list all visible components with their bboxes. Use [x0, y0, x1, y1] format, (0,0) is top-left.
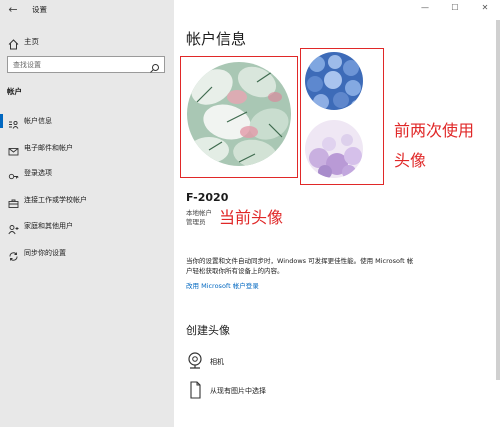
window-title: 设置 — [32, 5, 47, 14]
maximize-button[interactable]: ☐ — [448, 3, 462, 12]
mail-icon — [8, 142, 19, 161]
sidebar-item-email[interactable]: 电子邮件和帐户 — [0, 137, 174, 159]
scrollbar[interactable] — [496, 20, 500, 380]
create-avatar-heading: 创建头像 — [186, 324, 230, 337]
current-avatar — [187, 62, 291, 166]
home-icon — [8, 35, 19, 54]
option-label: 从现有图片中选择 — [210, 387, 266, 395]
choose-image-option[interactable]: 从现有图片中选择 — [186, 380, 386, 402]
sidebar-item-account-info[interactable]: 帐户信息 — [0, 110, 174, 132]
sidebar-item-label: 电子邮件和帐户 — [24, 144, 73, 152]
user-name: F-2020 — [186, 191, 229, 204]
active-indicator — [0, 114, 3, 128]
sidebar-item-work-school[interactable]: 连接工作或学校帐户 — [0, 189, 174, 211]
key-icon — [8, 167, 19, 186]
briefcase-icon — [8, 194, 19, 213]
window-controls: — ☐ ✕ — [410, 0, 500, 20]
title-bar: ← 设置 — [0, 0, 174, 20]
sidebar-item-label: 帐户信息 — [24, 117, 52, 125]
current-avatar-annotation: 当前头像 — [219, 208, 284, 227]
sidebar-item-label: 家庭和其他用户 — [24, 222, 73, 230]
close-button[interactable]: ✕ — [478, 3, 492, 12]
sidebar-item-label: 连接工作或学校帐户 — [24, 196, 87, 204]
sidebar-item-label: 主页 — [24, 37, 39, 46]
sidebar: ← 设置 主页 查找设置 帐户 帐户信息 电子邮件和帐户 登录选项 连接工作或学… — [0, 0, 174, 427]
previous-avatars-annotation-line2: 头像 — [394, 151, 427, 170]
sidebar-item-home[interactable]: 主页 — [0, 32, 174, 50]
user-role: 管理员 — [186, 218, 206, 226]
minimize-button[interactable]: — — [418, 3, 432, 12]
search-placeholder: 查找设置 — [13, 61, 41, 69]
previous-avatar-1[interactable] — [305, 52, 363, 110]
main-content: — ☐ ✕ 帐户信息 当前头像 前两次使用 头像 F-2020 本地帐户 管理员… — [174, 0, 500, 427]
sidebar-item-sign-in-options[interactable]: 登录选项 — [0, 162, 174, 184]
option-label: 相机 — [210, 358, 224, 366]
previous-avatars-annotation-line1: 前两次使用 — [394, 121, 475, 140]
sync-description: 当你的设置和文件自动同步时，Windows 可发挥更佳性能。使用 Microso… — [186, 257, 414, 275]
page-title: 帐户信息 — [186, 30, 247, 48]
sync-icon — [8, 247, 19, 266]
sidebar-section-title: 帐户 — [7, 87, 22, 96]
sidebar-item-label: 同步你的设置 — [24, 249, 66, 257]
sidebar-item-family[interactable]: 家庭和其他用户 — [0, 215, 174, 237]
search-icon[interactable] — [149, 59, 160, 78]
image-file-icon — [186, 380, 204, 404]
people-icon — [8, 220, 19, 239]
camera-option[interactable]: 相机 — [186, 351, 386, 373]
sidebar-item-sync[interactable]: 同步你的设置 — [0, 242, 174, 264]
camera-icon — [186, 351, 204, 375]
search-input[interactable]: 查找设置 — [7, 56, 165, 73]
previous-avatar-2[interactable] — [305, 120, 363, 178]
microsoft-account-link[interactable]: 改用 Microsoft 帐户登录 — [186, 280, 259, 290]
back-button[interactable]: ← — [6, 3, 20, 17]
person-card-icon — [8, 115, 19, 134]
sidebar-item-label: 登录选项 — [24, 169, 52, 177]
